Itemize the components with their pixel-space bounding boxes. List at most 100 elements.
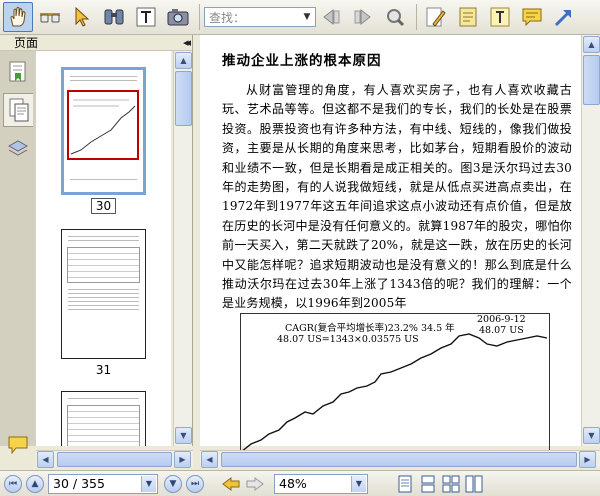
- search-dropdown-icon[interactable]: ▼: [300, 9, 314, 25]
- comments-icon: [8, 436, 28, 455]
- snapshot-tool-button[interactable]: [163, 2, 193, 32]
- search-input[interactable]: 查找： ▼: [204, 7, 316, 27]
- pages-icon: [9, 98, 28, 122]
- find-previous-icon: [323, 8, 340, 26]
- text-cursor-icon: [136, 7, 156, 27]
- doc-vertical-scroll-thumb[interactable]: [583, 55, 600, 105]
- navigation-statusbar: ⏮ ▲ 30 / 355 ▼ ▼ ⏭ 48% ▼: [0, 470, 600, 496]
- zoom-dropdown-icon[interactable]: ▼: [351, 475, 366, 492]
- price-label: 48.07 US: [479, 325, 524, 336]
- thumbnail-view-rect: [67, 90, 139, 160]
- facing-pages-icon: [442, 475, 460, 492]
- diagonal-arrow-icon: [554, 10, 571, 27]
- pencil-icon: [426, 7, 446, 27]
- pencil-tool-button[interactable]: [421, 2, 451, 32]
- doc-scroll-down-icon[interactable]: ▼: [583, 427, 600, 444]
- find-tool-button[interactable]: [99, 2, 129, 32]
- pages-panel: 页面 ◂◂ 30 31 ▲ ▼: [0, 35, 193, 493]
- toolbar-separator: [416, 4, 417, 30]
- scroll-up-icon[interactable]: ▲: [175, 52, 192, 69]
- page-dropdown-icon[interactable]: ▼: [141, 475, 156, 492]
- body-text: 从财富管理的角度，有人喜欢买房子，也有人喜欢收藏古玩、艺术品等等。但这都不是我们…: [222, 81, 572, 314]
- text-tool-button[interactable]: [131, 2, 161, 32]
- continuous-view-button[interactable]: [418, 474, 438, 494]
- thumb-text-line: [68, 398, 139, 399]
- scroll-left-icon[interactable]: ◀: [37, 450, 54, 468]
- calc-label: 48.07 US=1343×0.03575 US: [277, 334, 419, 345]
- date-label: 2006-9-12: [477, 314, 526, 325]
- arrow-select-tool-button[interactable]: [67, 2, 97, 32]
- note-icon: [459, 7, 477, 27]
- page-number-value: 30 / 355: [53, 476, 105, 491]
- binoculars-icon: [104, 9, 124, 25]
- page-thumbnail-32[interactable]: [61, 391, 146, 446]
- hand-tool-button[interactable]: [3, 2, 33, 32]
- document-vertical-scrollbar[interactable]: ▲ ▼: [581, 35, 600, 446]
- previous-page-icon[interactable]: ▲: [26, 474, 44, 493]
- doc-horizontal-thumb[interactable]: [221, 451, 577, 467]
- thumb-table: [67, 405, 140, 446]
- document-horizontal-scrollbar[interactable]: ◀ ▶: [200, 450, 600, 468]
- thumb-text-line: [68, 301, 139, 302]
- collapse-panel-icon[interactable]: ◂◂: [183, 36, 191, 49]
- toolbar-separator: [199, 4, 200, 30]
- note-tool-button[interactable]: [453, 2, 483, 32]
- forward-arrow-icon: [246, 476, 264, 491]
- find-next-icon: [354, 8, 371, 26]
- thumb-text-line: [68, 297, 139, 298]
- two-page-view-button[interactable]: [464, 474, 484, 494]
- thumb-text-line: [70, 179, 137, 180]
- body-paragraph: 从财富管理的角度，有人喜欢买房子，也有人喜欢收藏古玩、艺术品等等。但这都不是我们…: [222, 83, 572, 311]
- thumbnail-scroll-thumb[interactable]: [175, 71, 192, 126]
- zoom-field[interactable]: 48% ▼: [274, 473, 368, 494]
- bookmarks-tab[interactable]: [3, 55, 33, 89]
- pages-tab[interactable]: [3, 93, 33, 127]
- next-page-icon[interactable]: ▼: [164, 474, 182, 493]
- cagr-label: CAGR(复合平均增长率)23.2% 34.5 年: [285, 323, 455, 334]
- text-box-tool-button[interactable]: [485, 2, 515, 32]
- doc-scroll-right-icon[interactable]: ▶: [579, 450, 596, 468]
- page-thumbnail-30[interactable]: [61, 67, 146, 195]
- facing-view-button[interactable]: [441, 474, 461, 494]
- continuous-page-icon: [421, 475, 435, 492]
- go-back-button[interactable]: [220, 475, 242, 493]
- thumbnail-horizontal-scrollbar[interactable]: ◀ ▶: [36, 450, 193, 468]
- scroll-right-icon[interactable]: ▶: [174, 450, 191, 468]
- doc-scroll-up-icon[interactable]: ▲: [583, 36, 600, 53]
- thumb-chart-graphic: [70, 99, 136, 155]
- stock-chart-figure: CAGR(复合平均增长率)23.2% 34.5 年 48.07 US=1343×…: [240, 313, 550, 453]
- go-forward-button[interactable]: [244, 475, 266, 493]
- layers-tab[interactable]: [3, 131, 33, 165]
- select-text-tool-button[interactable]: [35, 2, 65, 32]
- find-next-button[interactable]: [348, 2, 378, 32]
- camera-icon: [167, 9, 189, 26]
- thumb-text-line: [68, 236, 139, 237]
- comments-tab[interactable]: [3, 428, 33, 462]
- last-page-icon[interactable]: ⏭: [186, 474, 204, 493]
- scroll-down-icon[interactable]: ▼: [175, 427, 192, 444]
- zoom-value: 48%: [279, 476, 307, 491]
- text-box-icon: [490, 7, 510, 27]
- comment-bubble-icon: [522, 8, 542, 27]
- page-number-field[interactable]: 30 / 355 ▼: [48, 473, 158, 494]
- bookmarks-icon: [9, 61, 26, 82]
- doc-scroll-left-icon[interactable]: ◀: [201, 450, 218, 468]
- back-arrow-icon: [222, 476, 240, 491]
- page-thumbnail-31[interactable]: [61, 229, 146, 359]
- comment-tool-button[interactable]: [517, 2, 547, 32]
- document-view: 推动企业上涨的根本原因 从财富管理的角度，有人喜欢买房子，也有人喜欢收藏古玩、艺…: [200, 35, 600, 453]
- thumb-text-line: [68, 305, 139, 306]
- thumb-text-line: [68, 289, 139, 290]
- thumbnail-list: 30 31: [36, 51, 171, 446]
- pages-panel-header: 页面 ◂◂: [0, 35, 192, 51]
- single-page-view-button[interactable]: [395, 474, 415, 494]
- search-options-button[interactable]: [380, 2, 410, 32]
- find-previous-button[interactable]: [316, 2, 346, 32]
- magnifier-icon: [387, 9, 405, 27]
- arrow-annotation-tool-button[interactable]: [549, 2, 579, 32]
- main-toolbar: 查找： ▼: [0, 0, 600, 35]
- first-page-icon[interactable]: ⏮: [4, 474, 22, 493]
- thumbnail-scrollbar[interactable]: ▲ ▼: [173, 51, 192, 446]
- thumbnail-horizontal-thumb[interactable]: [57, 451, 172, 467]
- thumbnail-label-31: 31: [95, 363, 112, 377]
